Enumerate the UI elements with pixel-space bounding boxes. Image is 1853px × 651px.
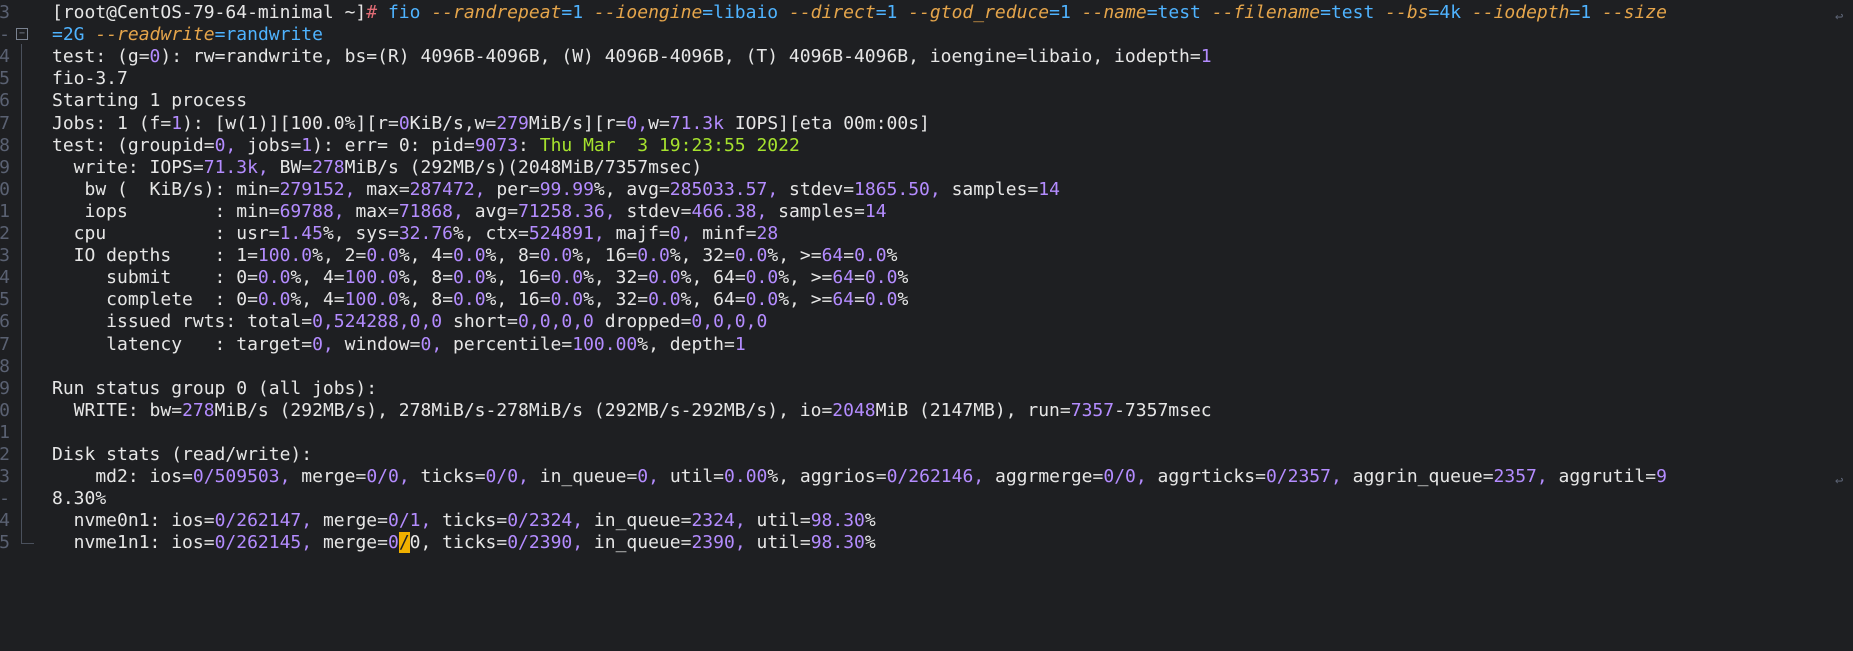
terminal-window[interactable]: 3 [root@CentOS-79-64-minimal ~]# fio --ra… [0, 0, 1853, 651]
line-text: nvme1n1: ios=0/262145, merge=0/0, ticks=… [52, 532, 876, 554]
terminal-line: 5 nvme1n1: ios=0/262145, merge=0/0, tick… [0, 530, 1853, 556]
line-number: 5 [0, 532, 10, 554]
fold-end-guide [21, 530, 34, 545]
line-wrap-icon: ↩ [1835, 473, 1844, 490]
fold-toggle-icon[interactable]: − [16, 28, 28, 41]
text-cursor: / [398, 532, 410, 554]
line-wrap-icon: ↩ [1835, 9, 1844, 25]
line-gutter: 5 [0, 530, 52, 556]
